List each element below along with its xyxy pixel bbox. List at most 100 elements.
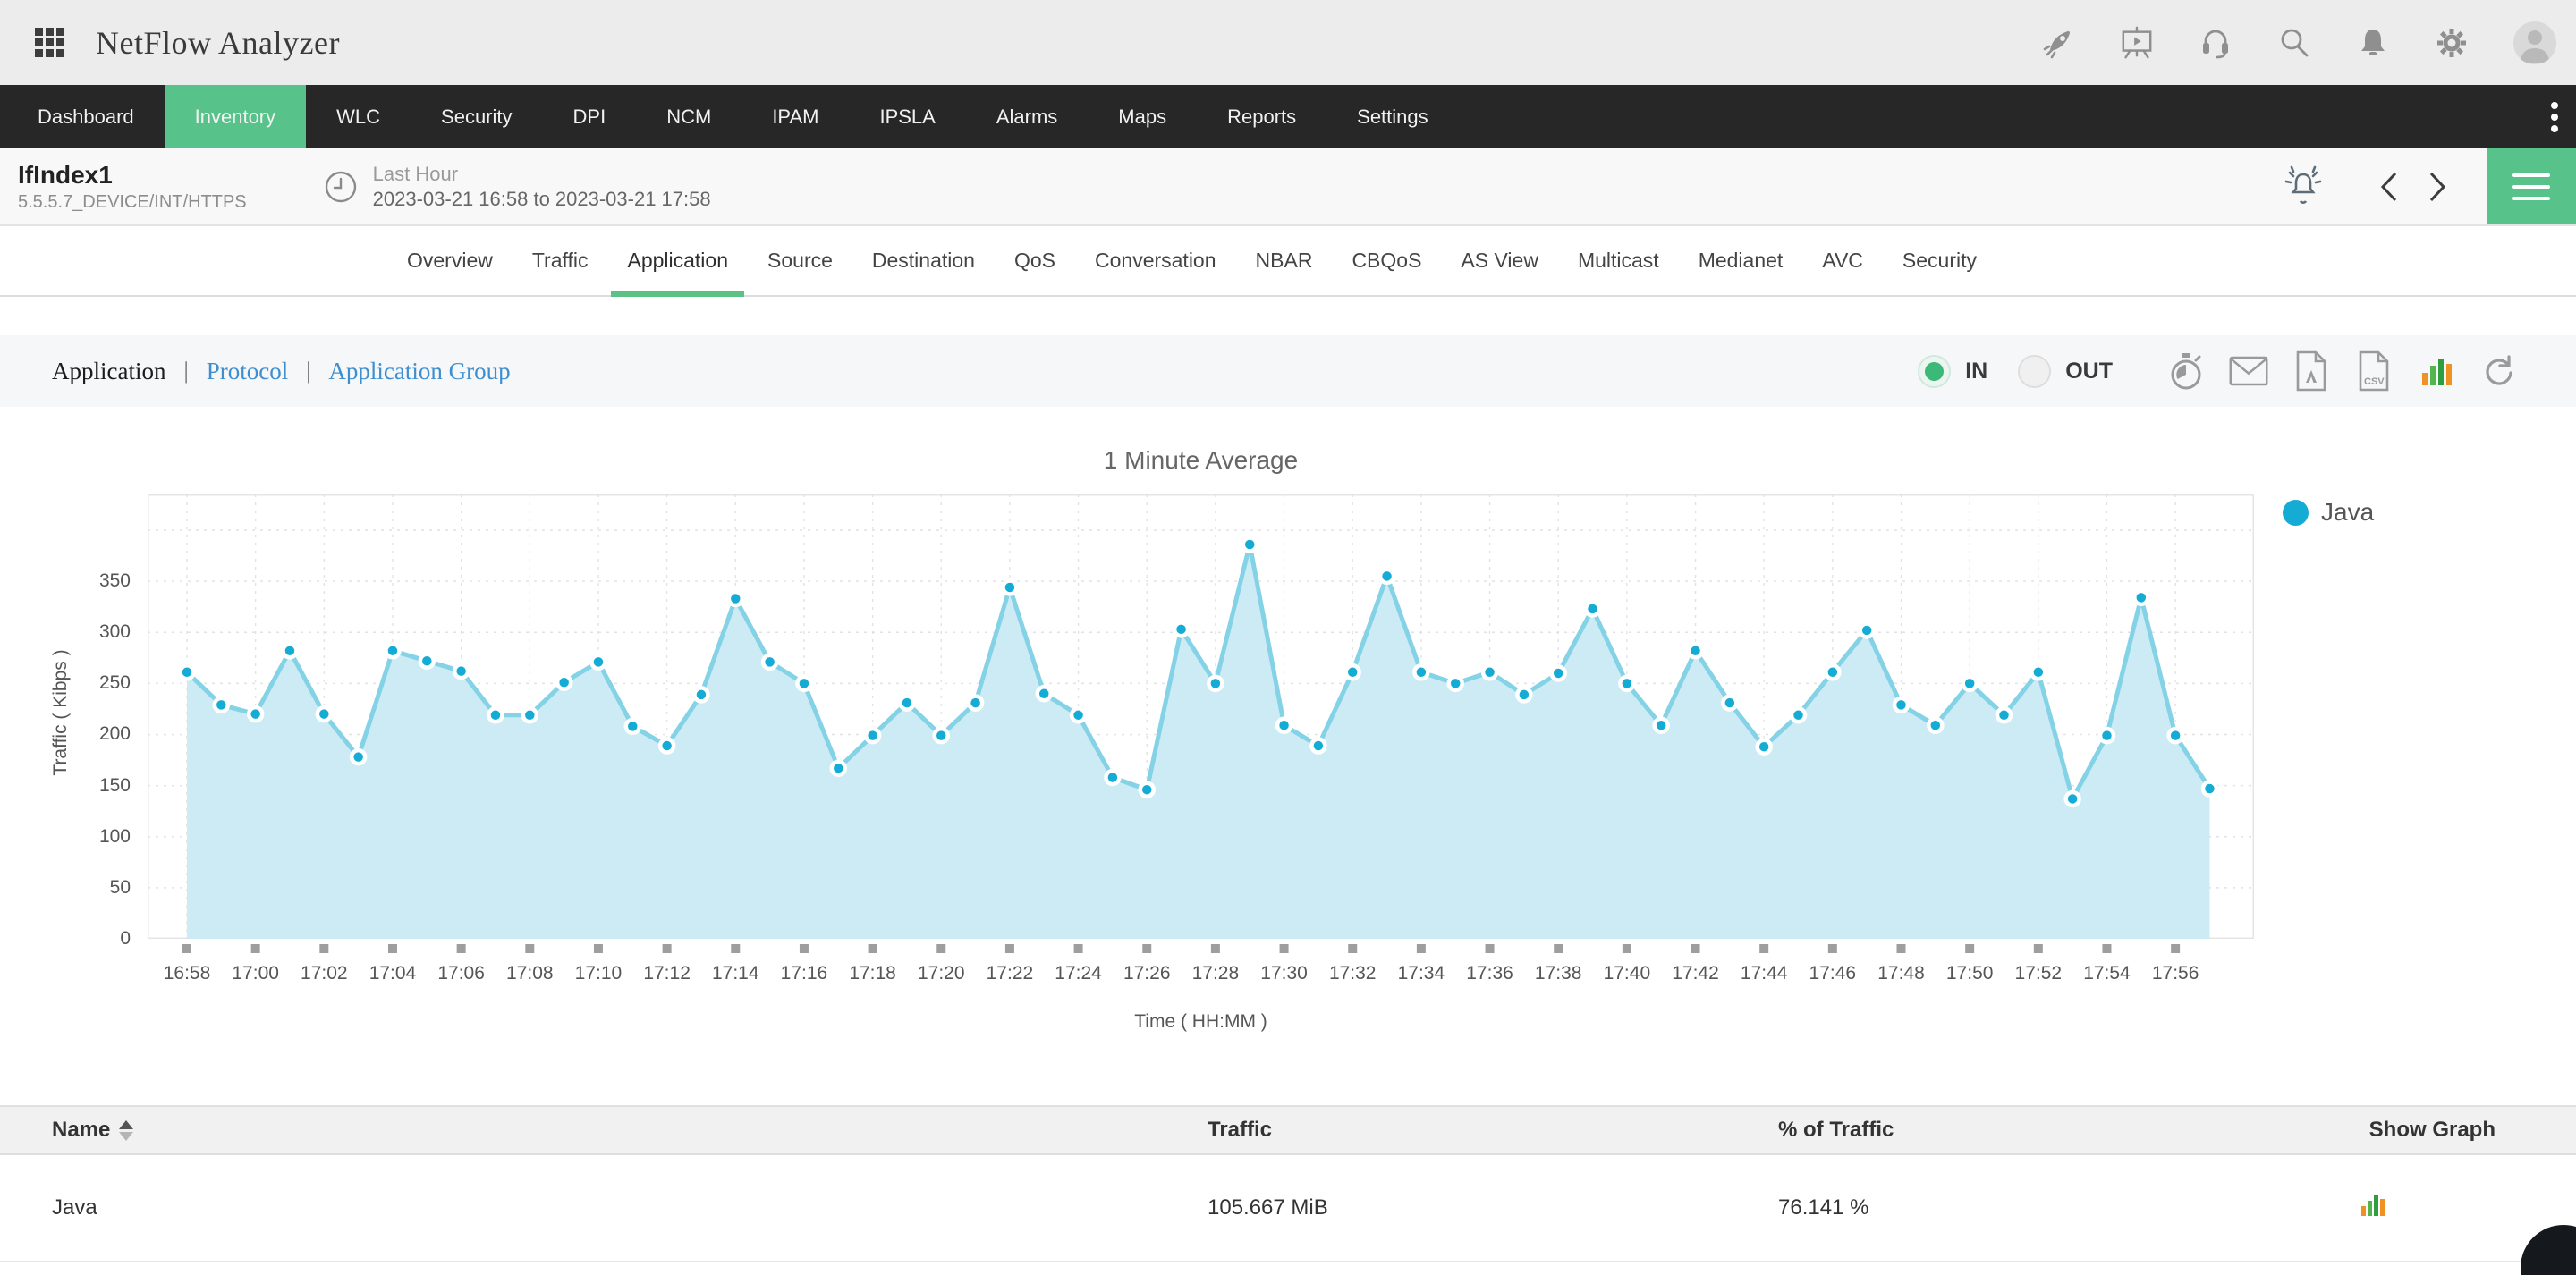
alert-bell-icon[interactable] <box>2279 165 2327 208</box>
table-header-row: Name Traffic % of Traffic Show Graph <box>0 1105 2576 1155</box>
tab-overview[interactable]: Overview <box>387 226 513 295</box>
device-info: IfIndex1 5.5.5.7_DEVICE/INT/HTTPS <box>18 160 247 214</box>
y-tick-label: 200 <box>0 722 131 746</box>
app-title: NetFlow Analyzer <box>96 24 340 62</box>
chart-legend[interactable]: Java <box>2283 498 2374 527</box>
cell-traffic: 105.667 MiB <box>1208 1195 1778 1220</box>
y-tick-label: 0 <box>0 927 131 950</box>
nav-more-icon[interactable] <box>2533 85 2576 148</box>
nav-item-maps[interactable]: Maps <box>1088 85 1197 148</box>
column-header-percent[interactable]: % of Traffic <box>1778 1118 2360 1143</box>
cell-showgraph <box>2360 1192 2496 1225</box>
x-axis-title: Time ( HH:MM ) <box>148 1011 2254 1033</box>
nav-item-ipsla[interactable]: IPSLA <box>849 85 965 148</box>
bar-chart-icon[interactable] <box>2417 351 2456 391</box>
tab-source[interactable]: Source <box>748 226 852 295</box>
nav-item-wlc[interactable]: WLC <box>306 85 411 148</box>
prev-interface-icon[interactable] <box>2377 170 2401 204</box>
nav-item-ipam[interactable]: IPAM <box>741 85 849 148</box>
table-row: Java 105.667 MiB 76.141 % <box>0 1155 2576 1262</box>
y-tick-label: 350 <box>0 570 131 593</box>
chart-title: 1 Minute Average <box>148 446 2254 475</box>
x-tick-label: 17:56 <box>2132 963 2218 984</box>
topbar-icons <box>2041 21 2556 64</box>
interface-header: IfIndex1 5.5.5.7_DEVICE/INT/HTTPS Last H… <box>0 148 2576 226</box>
in-radio[interactable] <box>1918 355 1951 388</box>
cell-percent: 76.141 % <box>1778 1195 2360 1220</box>
nav-item-reports[interactable]: Reports <box>1197 85 1326 148</box>
app-grid-icon[interactable] <box>33 26 67 60</box>
clock-icon <box>323 169 359 205</box>
y-tick-label: 250 <box>0 671 131 695</box>
report-tabs: OverviewTrafficApplicationSourceDestinat… <box>0 226 2576 297</box>
y-tick-label: 100 <box>0 825 131 849</box>
nav-item-inventory[interactable]: Inventory <box>165 85 307 148</box>
sort-icon <box>119 1120 133 1141</box>
view-link-application[interactable]: Application <box>52 358 165 385</box>
tab-avc[interactable]: AVC <box>1802 226 1883 295</box>
plot-area[interactable] <box>148 494 2254 959</box>
main-nav: DashboardInventoryWLCSecurityDPINCMIPAMI… <box>0 85 2576 148</box>
refresh-icon[interactable] <box>2479 351 2519 391</box>
avatar[interactable] <box>2513 21 2556 64</box>
toolbar-actions: IN OUT <box>1918 351 2519 391</box>
y-tick-label: 50 <box>0 876 131 899</box>
tab-multicast[interactable]: Multicast <box>1558 226 1679 295</box>
y-tick-label: 300 <box>0 621 131 644</box>
legend-label-java: Java <box>2321 498 2374 527</box>
view-separator: | <box>306 358 310 384</box>
column-header-traffic[interactable]: Traffic <box>1208 1118 1778 1143</box>
rocket-icon[interactable] <box>2041 26 2075 60</box>
tab-destination[interactable]: Destination <box>852 226 995 295</box>
show-graph-icon[interactable] <box>2360 1192 2386 1219</box>
out-label: OUT <box>2065 359 2113 384</box>
period-label: Last Hour <box>373 162 711 187</box>
netflow-analyzer-app: NetFlow Analyzer <box>0 0 2576 1275</box>
cell-name: Java <box>52 1195 1208 1220</box>
pdf-export-icon[interactable] <box>2292 351 2331 391</box>
headset-icon[interactable] <box>2199 26 2233 60</box>
column-header-showgraph: Show Graph <box>2360 1118 2496 1143</box>
next-interface-icon[interactable] <box>2426 170 2449 204</box>
nav-item-settings[interactable]: Settings <box>1326 85 1459 148</box>
time-period[interactable]: Last Hour 2023-03-21 16:58 to 2023-03-21… <box>323 162 711 212</box>
header-actions <box>2279 148 2576 224</box>
presentation-icon[interactable] <box>2120 26 2154 60</box>
bell-icon[interactable] <box>2356 26 2390 60</box>
tab-conversation[interactable]: Conversation <box>1075 226 1236 295</box>
nav-item-alarms[interactable]: Alarms <box>966 85 1088 148</box>
application-table: Name Traffic % of Traffic Show Graph Jav… <box>0 1105 2576 1262</box>
y-tick-label: 150 <box>0 774 131 798</box>
email-icon[interactable] <box>2229 351 2268 391</box>
interface-name: IfIndex1 <box>18 160 247 190</box>
tab-security[interactable]: Security <box>1883 226 1996 295</box>
nav-item-dashboard[interactable]: Dashboard <box>7 85 165 148</box>
csv-export-icon[interactable]: CSV <box>2354 351 2394 391</box>
view-link-application-group[interactable]: Application Group <box>328 358 510 385</box>
tab-cbqos[interactable]: CBQoS <box>1332 226 1441 295</box>
period-range: 2023-03-21 16:58 to 2023-03-21 17:58 <box>373 187 711 212</box>
tab-nbar[interactable]: NBAR <box>1236 226 1333 295</box>
view-link-protocol[interactable]: Protocol <box>207 358 289 385</box>
tab-as-view[interactable]: AS View <box>1441 226 1558 295</box>
tab-traffic[interactable]: Traffic <box>513 226 608 295</box>
tab-application[interactable]: Application <box>607 226 748 295</box>
menu-hamburger-button[interactable] <box>2487 148 2576 224</box>
tab-qos[interactable]: QoS <box>995 226 1075 295</box>
tab-medianet[interactable]: Medianet <box>1679 226 1803 295</box>
legend-swatch-java <box>2283 500 2309 526</box>
view-separator: | <box>183 358 188 384</box>
search-icon[interactable] <box>2277 26 2311 60</box>
nav-item-security[interactable]: Security <box>411 85 542 148</box>
nav-item-ncm[interactable]: NCM <box>636 85 741 148</box>
out-radio[interactable] <box>2018 355 2051 388</box>
interface-path: 5.5.5.7_DEVICE/INT/HTTPS <box>18 190 247 214</box>
in-label: IN <box>1965 359 1987 384</box>
timer-icon[interactable] <box>2166 351 2206 391</box>
top-bar: NetFlow Analyzer <box>0 0 2576 85</box>
nav-item-dpi[interactable]: DPI <box>543 85 637 148</box>
svg-text:CSV: CSV <box>2364 376 2385 387</box>
gear-icon[interactable] <box>2435 26 2469 60</box>
column-header-name[interactable]: Name <box>52 1118 1208 1143</box>
view-links: Application | Protocol | Application Group <box>52 358 511 385</box>
